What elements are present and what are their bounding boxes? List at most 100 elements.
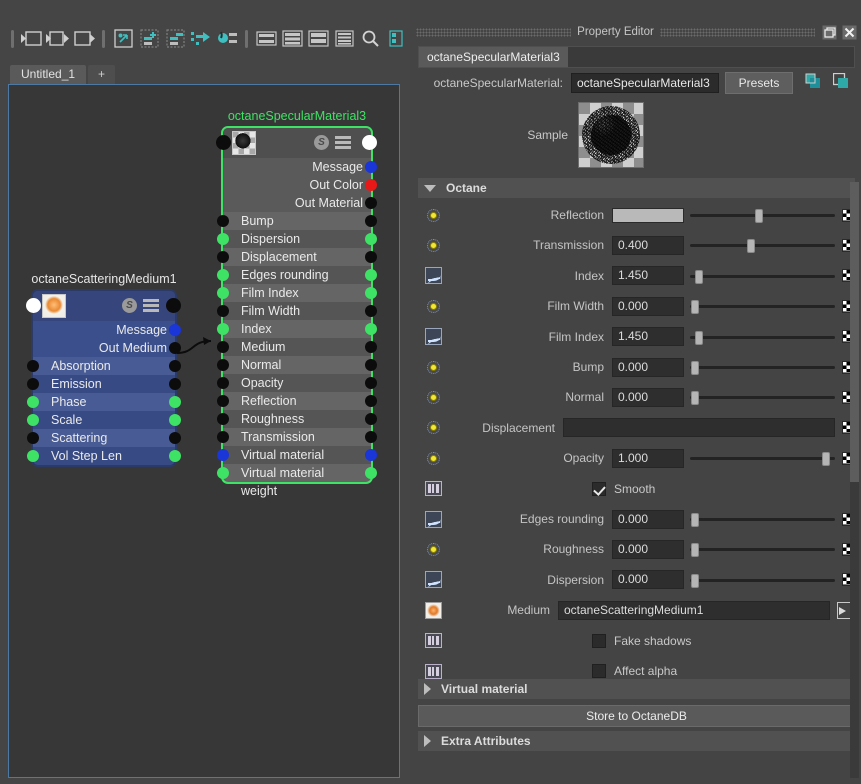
port-row[interactable]: Bump: [217, 212, 377, 230]
port-output-dot[interactable]: [365, 305, 377, 317]
property-slider[interactable]: [690, 448, 835, 468]
port-input-dot[interactable]: [27, 450, 39, 462]
property-slider[interactable]: [690, 357, 835, 377]
search-icon[interactable]: [359, 26, 383, 51]
expand-icon[interactable]: [418, 663, 448, 679]
property-input[interactable]: 0.000: [612, 296, 684, 316]
port-input-dot[interactable]: [27, 414, 39, 426]
node-tab-label[interactable]: octaneSpecularMaterial3: [419, 47, 568, 67]
port-dot[interactable]: [365, 197, 377, 209]
property-slider[interactable]: [690, 327, 835, 347]
port-row[interactable]: Emission: [27, 375, 181, 393]
key-dot-glyph[interactable]: [426, 299, 440, 313]
expand-glyph[interactable]: [424, 481, 442, 497]
port-input-dot[interactable]: [217, 269, 229, 281]
presets-button[interactable]: Presets: [725, 72, 793, 94]
port-row[interactable]: Film Width: [217, 302, 377, 320]
port-input-dot[interactable]: [217, 431, 229, 443]
add-node-icon[interactable]: [137, 26, 161, 51]
pin-node-icon[interactable]: [189, 26, 213, 51]
port-output-dot[interactable]: [365, 323, 377, 335]
key-dot-icon[interactable]: [418, 238, 448, 252]
property-slider[interactable]: [690, 296, 835, 316]
port-row[interactable]: Medium: [217, 338, 377, 356]
scrollbar-thumb[interactable]: [850, 182, 859, 482]
port-output-dot[interactable]: [365, 251, 377, 263]
medium-icon[interactable]: [418, 601, 448, 619]
node-state-icon[interactable]: S: [122, 298, 137, 313]
port-row[interactable]: Phase: [27, 393, 181, 411]
property-input[interactable]: 1.450: [612, 327, 684, 347]
input-output-connections-icon[interactable]: [46, 26, 70, 51]
property-input[interactable]: 0.000: [612, 570, 684, 590]
port-row[interactable]: Opacity: [217, 374, 377, 392]
checkbox[interactable]: [592, 633, 606, 648]
slider-thumb[interactable]: [691, 513, 699, 527]
key-dot-glyph[interactable]: [426, 360, 440, 374]
port-input-dot[interactable]: [217, 233, 229, 245]
slider-thumb[interactable]: [691, 573, 699, 588]
key-dot-glyph[interactable]: [426, 390, 440, 404]
node-body[interactable]: S Message Out Color Out Material Bump Di…: [216, 126, 377, 498]
key-dot-glyph[interactable]: [426, 451, 440, 465]
close-icon[interactable]: [841, 24, 858, 41]
key-dot-icon[interactable]: [418, 451, 448, 465]
key-dot-glyph[interactable]: [426, 238, 440, 252]
node-output-main-dot[interactable]: [362, 135, 377, 150]
section-header-virtual-material[interactable]: Virtual material: [418, 679, 855, 699]
slider-thumb[interactable]: [695, 269, 703, 284]
key-dot-glyph[interactable]: [426, 421, 440, 435]
port-input-dot[interactable]: [217, 449, 229, 461]
key-dot-icon[interactable]: [418, 299, 448, 313]
store-to-octanedb-button[interactable]: Store to OctaneDB: [418, 705, 855, 727]
port-input-dot[interactable]: [217, 287, 229, 299]
key-dot-icon[interactable]: [418, 360, 448, 374]
expand-icon[interactable]: [418, 633, 448, 649]
port-input-dot[interactable]: [27, 360, 39, 372]
tab-untitled-1[interactable]: Untitled_1: [10, 65, 87, 84]
node-input-main-dot[interactable]: [26, 298, 41, 313]
port-input-dot[interactable]: [217, 377, 229, 389]
port-input-dot[interactable]: [217, 467, 229, 479]
key-dot-glyph[interactable]: [426, 208, 440, 222]
port-output-dot[interactable]: [365, 215, 377, 227]
input-connections-icon[interactable]: [20, 26, 44, 51]
port-output-dot[interactable]: [365, 287, 377, 299]
node-name-input[interactable]: octaneSpecularMaterial3: [571, 73, 719, 93]
medium-glyph[interactable]: [424, 601, 442, 619]
property-slider[interactable]: [690, 266, 835, 286]
port-out-color[interactable]: Out Color: [223, 176, 377, 194]
checkbox-group[interactable]: Affect alpha: [592, 664, 855, 678]
new-tab-icon[interactable]: [832, 72, 849, 94]
material-preview-swatch[interactable]: [578, 102, 644, 168]
curve-icon[interactable]: [418, 267, 448, 285]
slider-thumb[interactable]: [691, 361, 699, 375]
port-output-dot[interactable]: [169, 378, 181, 390]
medium-link-input[interactable]: octaneScatteringMedium1: [558, 600, 830, 620]
port-row[interactable]: Transmission: [217, 428, 377, 446]
port-output-dot[interactable]: [169, 396, 181, 408]
port-input-dot[interactable]: [217, 341, 229, 353]
port-output-dot[interactable]: [365, 395, 377, 407]
curve-icon[interactable]: [418, 571, 448, 589]
port-output-dot[interactable]: [169, 414, 181, 426]
checkbox-group[interactable]: Fake shadows: [592, 633, 855, 648]
add-tab-button[interactable]: +: [88, 65, 116, 84]
port-output-dot[interactable]: [169, 360, 181, 372]
port-output-dot[interactable]: [365, 359, 377, 371]
port-dot[interactable]: [169, 342, 181, 354]
port-dot[interactable]: [169, 324, 181, 336]
copy-tab-icon[interactable]: [805, 73, 821, 94]
port-row[interactable]: Vol Step Len: [27, 447, 181, 465]
node-state-icon[interactable]: S: [314, 135, 329, 150]
slider-thumb[interactable]: [755, 209, 763, 223]
port-row[interactable]: Absorption: [27, 357, 181, 375]
port-row[interactable]: Scale: [27, 411, 181, 429]
port-row[interactable]: Edges rounding: [217, 266, 377, 284]
rearrange-graph-icon[interactable]: [111, 26, 135, 51]
property-editor-node-tab[interactable]: octaneSpecularMaterial3: [418, 46, 855, 68]
port-out-material[interactable]: Out Material: [223, 194, 377, 212]
port-input-dot[interactable]: [27, 432, 39, 444]
port-row[interactable]: Roughness: [217, 410, 377, 428]
node-connections-icon[interactable]: [215, 26, 239, 51]
